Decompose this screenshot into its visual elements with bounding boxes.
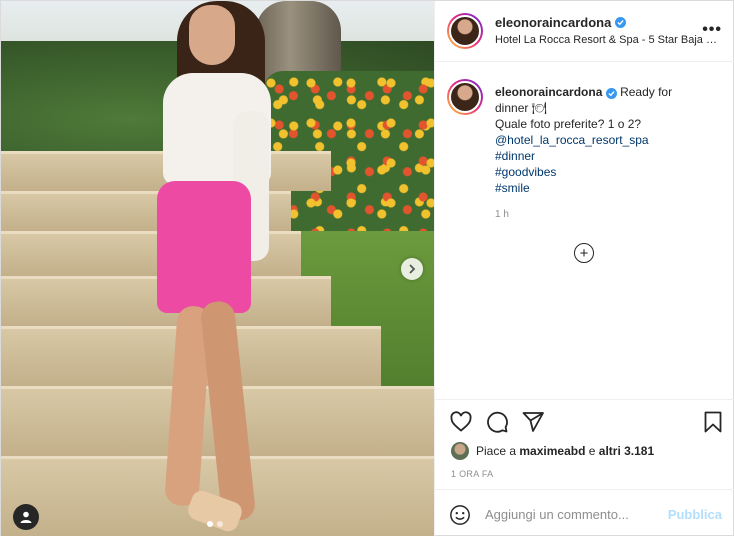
- verified-badge-icon: [615, 17, 627, 28]
- hashtag-link[interactable]: #goodvibes: [495, 164, 720, 180]
- emoji-icon[interactable]: [449, 504, 471, 526]
- bookmark-icon[interactable]: [701, 410, 725, 434]
- likes-others-link[interactable]: altri 3.181: [599, 444, 654, 458]
- hashtag-link[interactable]: #dinner: [495, 148, 720, 164]
- header-avatar[interactable]: [447, 13, 483, 49]
- photo-person-face: [189, 5, 235, 65]
- post-modal: eleonoraincardona Hotel La Rocca Resort …: [0, 0, 734, 536]
- caption-timestamp[interactable]: 1 h: [495, 209, 509, 220]
- caption-avatar[interactable]: [447, 79, 483, 115]
- carousel-dot-active: [207, 521, 213, 527]
- add-comment-form: Pubblica: [435, 489, 734, 536]
- chevron-right-icon: [409, 264, 416, 274]
- photo-person-skirt: [157, 181, 251, 313]
- more-horizontal-icon[interactable]: •••: [702, 21, 722, 39]
- heart-icon[interactable]: [449, 410, 473, 434]
- caption-username[interactable]: eleonoraincardona: [495, 85, 602, 99]
- liker-avatar[interactable]: [451, 442, 469, 460]
- carousel-dots: [207, 521, 223, 527]
- hashtag-link[interactable]: #smile: [495, 180, 720, 196]
- post-photo[interactable]: [1, 1, 434, 536]
- publish-button[interactable]: Pubblica: [668, 507, 722, 522]
- verified-badge-icon: [605, 88, 617, 99]
- carousel-dot: [217, 521, 223, 527]
- load-more-comments-button[interactable]: +: [574, 243, 594, 263]
- post-header: eleonoraincardona Hotel La Rocca Resort …: [435, 1, 734, 62]
- comment-input[interactable]: [485, 503, 665, 525]
- post-actions: [435, 399, 734, 441]
- share-icon[interactable]: [521, 410, 545, 434]
- user-tags-button[interactable]: [13, 504, 39, 530]
- post-caption: eleonoraincardona Ready for dinner 🍽 Qua…: [495, 84, 720, 196]
- post-sidebar: eleonoraincardona Hotel La Rocca Resort …: [434, 1, 734, 536]
- liker-username[interactable]: maximeabd: [519, 444, 585, 458]
- comment-icon[interactable]: [485, 410, 509, 434]
- caption-text: Quale foto preferite? 1 o 2?: [495, 117, 642, 131]
- header-username[interactable]: eleonoraincardona: [495, 15, 627, 30]
- caption-text: Ready for: [620, 85, 673, 99]
- likes-summary[interactable]: Piace a maximeabd e altri 3.181: [451, 442, 654, 460]
- next-photo-button[interactable]: [401, 258, 423, 280]
- header-location[interactable]: Hotel La Rocca Resort & Spa - 5 Star Baj…: [495, 34, 717, 46]
- post-timestamp[interactable]: 1 ORA FA: [451, 469, 493, 479]
- user-icon: [20, 511, 32, 523]
- caption-mention-link[interactable]: @hotel_la_rocca_resort_spa: [495, 132, 720, 148]
- caption-text: dinner 🍽: [495, 101, 547, 115]
